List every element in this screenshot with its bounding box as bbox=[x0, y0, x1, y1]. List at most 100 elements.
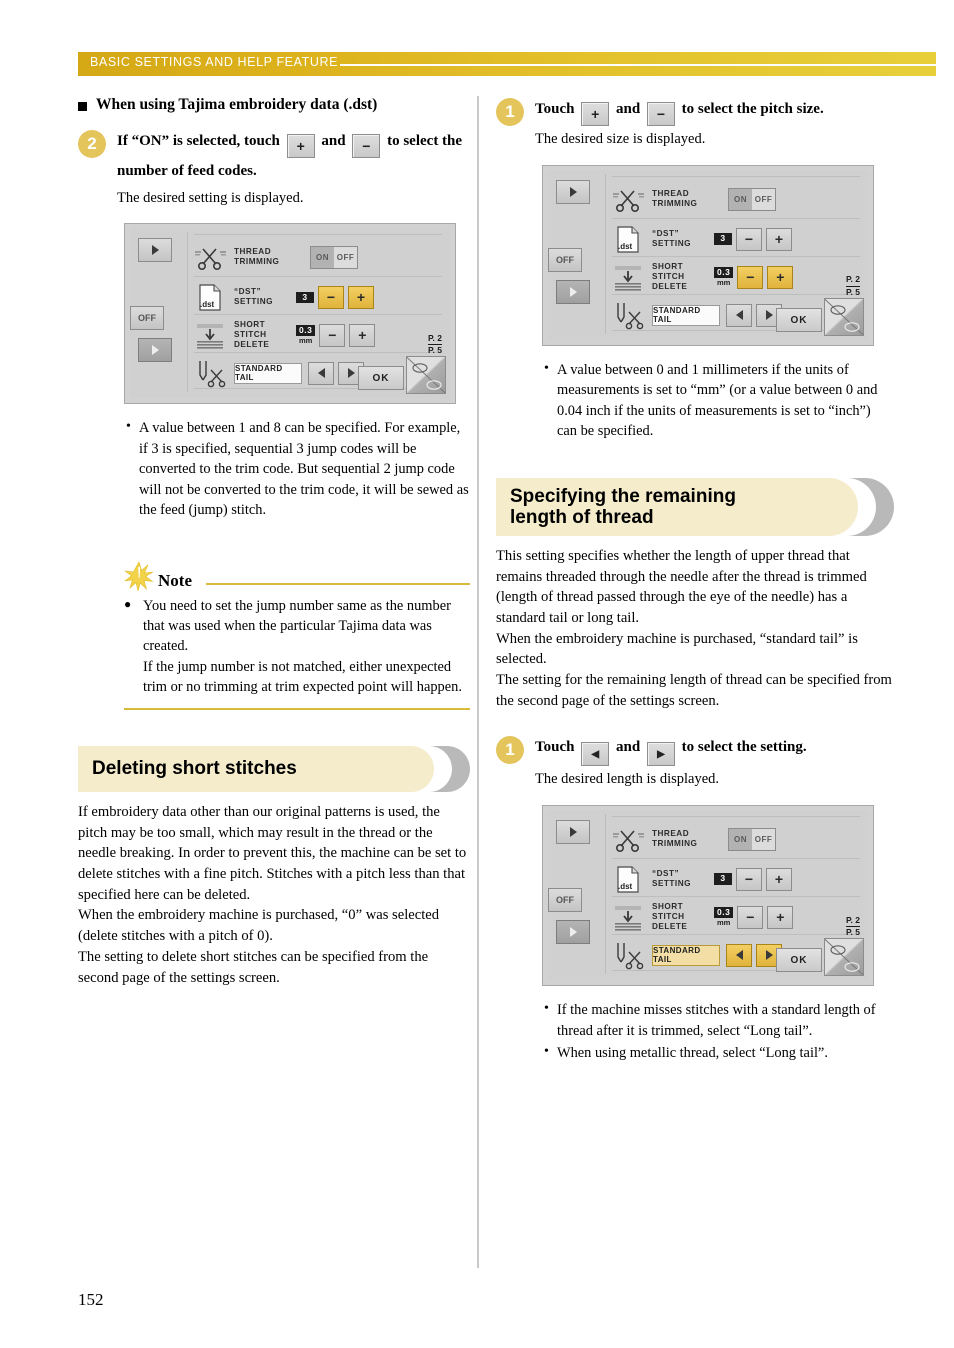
lcd-label-dst-setting: “DST” SETTING bbox=[652, 229, 691, 248]
lcd-minus-button-short-stitch[interactable]: − bbox=[737, 265, 764, 289]
scissors-icon bbox=[612, 184, 646, 214]
left-column: When using Tajima embroidery data (.dst)… bbox=[78, 96, 470, 988]
right-column: 1 Touch + and − to select the pitch size… bbox=[496, 96, 894, 1065]
lcd-row-dst-setting[interactable]: .dst “DST” SETTING 3 − + bbox=[194, 282, 444, 312]
svg-text:.dst: .dst bbox=[618, 882, 633, 891]
lcd-row-dst-setting[interactable]: .dst “DST” SETTING 3 − + bbox=[612, 224, 862, 254]
lcd-page-current: P. 2 bbox=[845, 274, 860, 285]
lcd-off-segment[interactable]: OFF bbox=[752, 188, 775, 210]
lcd-on-segment[interactable]: ON bbox=[729, 828, 752, 850]
lcd-row-thread-trimming[interactable]: THREAD TRIMMING ON OFF bbox=[612, 184, 862, 214]
lcd-plus-button-dst[interactable]: + bbox=[348, 285, 374, 309]
step-1-setting-subtitle: The desired length is displayed. bbox=[535, 771, 720, 788]
lcd-left-buttons: OFF bbox=[548, 170, 605, 340]
step-1-pitch-subtitle: The desired size is displayed. bbox=[535, 131, 706, 148]
lcd-row-thread-trimming[interactable]: THREAD TRIMMING ON OFF bbox=[194, 242, 444, 272]
lcd-row-thread-trimming[interactable]: THREAD TRIMMING ON OFF bbox=[612, 824, 862, 854]
section-heading-remaining-length: Specifying the remaining length of threa… bbox=[496, 477, 894, 536]
lcd-value-dst-number: 3 bbox=[296, 291, 314, 303]
lcd-value-short-stitch-unit: mm bbox=[716, 918, 731, 928]
lcd-onoff-toggle-thread-trimming[interactable]: ON OFF bbox=[728, 187, 776, 211]
lcd-onoff-toggle-thread-trimming[interactable]: ON OFF bbox=[728, 827, 776, 851]
lcd-ok-button[interactable]: OK bbox=[776, 308, 822, 332]
triangle-right-icon bbox=[765, 950, 773, 961]
lcd-screen-short-stitch[interactable]: OFF THREAD TRIMMING ON OFF .dst “DST” SE… bbox=[542, 165, 874, 346]
step-1-pitch-title: Touch + and − to select the pitch size. bbox=[535, 96, 894, 127]
lcd-plus-button-short-stitch[interactable]: + bbox=[767, 905, 794, 929]
lcd-off-button[interactable]: OFF bbox=[548, 888, 582, 913]
lcd-left-buttons: OFF bbox=[548, 810, 605, 980]
lcd-off-segment[interactable]: OFF bbox=[334, 246, 357, 268]
minus-key-icon[interactable]: − bbox=[646, 102, 675, 127]
lcd-row-separator bbox=[612, 256, 860, 257]
triangle-right-icon bbox=[151, 245, 159, 256]
lcd-scroll-up-button[interactable] bbox=[556, 820, 590, 845]
needle-scissors-icon bbox=[194, 358, 228, 388]
lcd-vertical-separator bbox=[187, 232, 188, 393]
lcd-left-button-tail[interactable] bbox=[308, 361, 334, 385]
minus-key-icon[interactable]: − bbox=[352, 134, 381, 159]
lcd-left-button-tail[interactable] bbox=[726, 943, 752, 967]
lcd-minus-button-short-stitch[interactable]: − bbox=[737, 905, 764, 929]
lcd-scroll-up-button[interactable] bbox=[556, 180, 590, 204]
lcd-off-segment[interactable]: OFF bbox=[752, 828, 775, 850]
lcd-row-dst-setting[interactable]: .dst “DST” SETTING 3 − + bbox=[612, 864, 862, 894]
lcd-minus-button-dst[interactable]: − bbox=[318, 285, 344, 309]
list-item: When using metallic thread, select “Long… bbox=[542, 1042, 894, 1063]
plus-key-icon[interactable]: + bbox=[581, 102, 610, 127]
lcd-row-separator bbox=[612, 330, 860, 331]
plus-key-icon[interactable]: + bbox=[286, 134, 315, 159]
lcd-label-dst-setting: “DST” SETTING bbox=[652, 869, 691, 889]
lcd-plus-button-dst[interactable]: + bbox=[766, 867, 792, 891]
note-top-rule bbox=[205, 582, 470, 585]
lcd-left-buttons: OFF bbox=[130, 228, 187, 398]
section-title-line1: Specifying the remaining bbox=[510, 485, 736, 507]
lcd-value-dst-number: 3 bbox=[714, 873, 732, 885]
lcd-ok-button[interactable]: OK bbox=[358, 366, 404, 391]
lcd-value-dst: 3 bbox=[714, 873, 732, 885]
lcd-left-button-tail[interactable] bbox=[726, 303, 752, 327]
page-number: 152 bbox=[78, 1290, 104, 1309]
lcd-screen-dst-setting[interactable]: OFF THREAD TRIMMING ON OFF .dst “DST” SE… bbox=[124, 223, 456, 405]
step-1-pitch-and: and bbox=[615, 101, 641, 117]
lcd-row-short-stitch-delete[interactable]: SHORT STITCH DELETE 0.3 mm − + bbox=[612, 262, 862, 292]
right-arrow-key-icon[interactable]: ▶ bbox=[646, 742, 675, 767]
lcd-row-separator bbox=[194, 388, 442, 390]
lcd-off-button[interactable]: OFF bbox=[548, 248, 582, 272]
lcd-off-button[interactable]: OFF bbox=[130, 306, 164, 331]
section-body-deleting-short-stitches: If embroidery data other than our origin… bbox=[78, 803, 467, 986]
lcd-minus-button-short-stitch[interactable]: − bbox=[319, 323, 346, 347]
left-arrow-key-icon[interactable]: ◀ bbox=[581, 742, 610, 767]
step-badge-1-pitch: 1 bbox=[496, 98, 524, 126]
lcd-row-short-stitch-delete[interactable]: SHORT STITCH DELETE 0.3 mm − + bbox=[194, 320, 444, 350]
lcd-page-total: P. 5 bbox=[845, 287, 860, 298]
lcd-onoff-toggle-thread-trimming[interactable]: ON OFF bbox=[310, 245, 358, 269]
lcd-on-segment[interactable]: ON bbox=[729, 188, 752, 210]
lcd-ok-button[interactable]: OK bbox=[776, 948, 822, 973]
lcd-on-segment[interactable]: ON bbox=[311, 246, 334, 268]
lcd-page-indicator: P. 2 P. 5 bbox=[427, 333, 442, 357]
scissors-icon bbox=[194, 242, 228, 272]
lcd-minus-button-dst[interactable]: − bbox=[736, 227, 762, 251]
lcd-scroll-down-button[interactable] bbox=[138, 338, 172, 363]
lcd-label-thread-trimming: THREAD TRIMMING bbox=[234, 247, 280, 267]
lcd-plus-button-short-stitch[interactable]: + bbox=[349, 323, 376, 347]
right-bullet-list-1: A value between 0 and 1 millimeters if t… bbox=[542, 359, 894, 442]
triangle-left-icon bbox=[735, 950, 743, 961]
lcd-scroll-up-button[interactable] bbox=[138, 238, 172, 263]
lcd-page-turn-icon[interactable] bbox=[406, 356, 446, 395]
lcd-minus-button-dst[interactable]: − bbox=[736, 867, 762, 891]
lcd-page-current: P. 2 bbox=[845, 914, 860, 925]
lcd-value-dst: 3 bbox=[714, 233, 732, 245]
lcd-plus-button-dst[interactable]: + bbox=[766, 227, 792, 251]
lcd-row-short-stitch-delete[interactable]: SHORT STITCH DELETE 0.3 mm − + bbox=[612, 902, 862, 932]
lcd-scroll-down-button[interactable] bbox=[556, 280, 590, 304]
left-bullet-list: A value between 1 and 8 can be specified… bbox=[124, 417, 470, 520]
lcd-page-turn-icon[interactable] bbox=[824, 298, 864, 336]
step-2: 2 If “ON” is selected, touch + and − to … bbox=[78, 128, 470, 209]
lcd-page-indicator: P. 2 P. 5 bbox=[845, 914, 860, 939]
lcd-scroll-down-button[interactable] bbox=[556, 920, 590, 945]
lcd-screen-standard-tail[interactable]: OFF THREAD TRIMMING ON OFF .dst “DST” SE… bbox=[542, 805, 874, 987]
lcd-plus-button-short-stitch[interactable]: + bbox=[767, 265, 794, 289]
lcd-page-turn-icon[interactable] bbox=[824, 938, 864, 977]
